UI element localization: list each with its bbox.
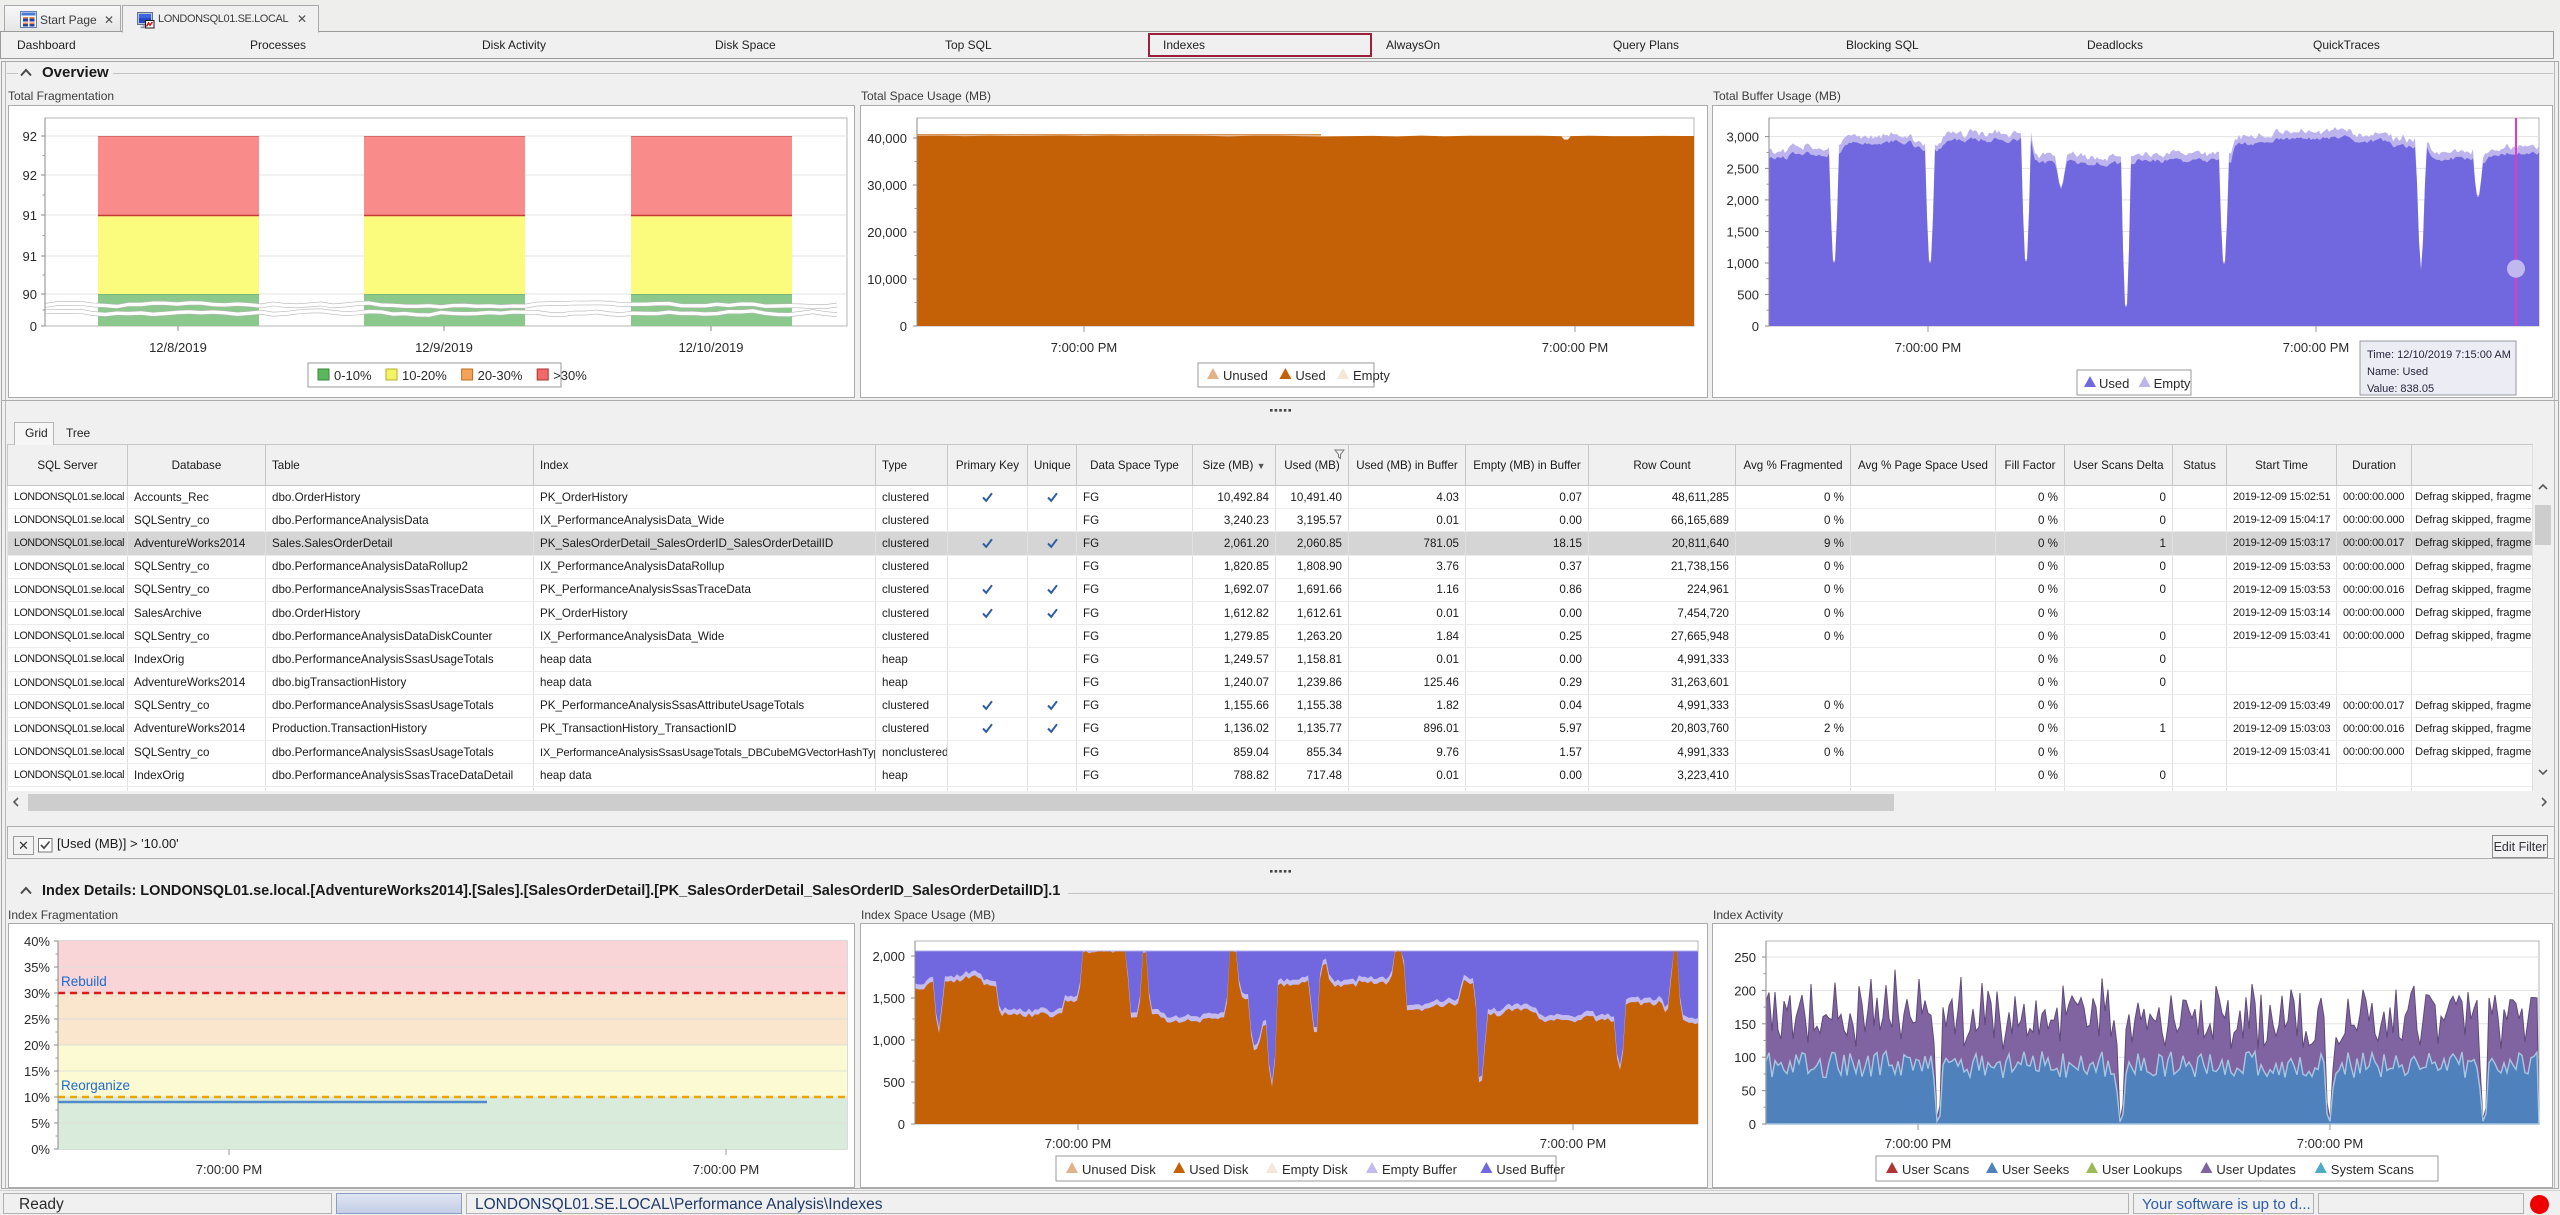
svg-text:1,500: 1,500 — [872, 991, 905, 1006]
svg-text:92: 92 — [23, 168, 37, 183]
svg-text:20,000: 20,000 — [867, 225, 907, 240]
svg-text:Unused Disk: Unused Disk — [1082, 1162, 1156, 1177]
svg-text:2,500: 2,500 — [1726, 161, 1759, 176]
svg-text:Used Buffer: Used Buffer — [1496, 1162, 1565, 1177]
svg-text:20%: 20% — [24, 1038, 50, 1053]
svg-text:2,000: 2,000 — [872, 949, 905, 964]
svg-text:7:00:00 PM: 7:00:00 PM — [693, 1162, 760, 1177]
svg-text:Unused: Unused — [1223, 368, 1268, 383]
svg-text:3,000: 3,000 — [1726, 130, 1759, 145]
svg-text:Empty: Empty — [2154, 376, 2191, 391]
svg-text:250: 250 — [1734, 950, 1756, 965]
svg-text:25%: 25% — [24, 1012, 50, 1027]
svg-text:>30%: >30% — [553, 368, 587, 383]
svg-text:7:00:00 PM: 7:00:00 PM — [1051, 340, 1118, 355]
svg-text:User Lookups: User Lookups — [2102, 1162, 2183, 1177]
svg-text:12/10/2019: 12/10/2019 — [678, 340, 743, 355]
svg-text:40%: 40% — [24, 934, 50, 949]
svg-text:Empty Buffer: Empty Buffer — [1382, 1162, 1458, 1177]
svg-text:92: 92 — [23, 129, 37, 144]
svg-text:30,000: 30,000 — [867, 178, 907, 193]
svg-text:91: 91 — [23, 208, 37, 223]
svg-text:500: 500 — [1737, 288, 1759, 303]
svg-text:7:00:00 PM: 7:00:00 PM — [1542, 340, 1609, 355]
svg-text:7:00:00 PM: 7:00:00 PM — [1895, 340, 1962, 355]
svg-text:40,000: 40,000 — [867, 131, 907, 146]
svg-text:150: 150 — [1734, 1017, 1756, 1032]
svg-text:7:00:00 PM: 7:00:00 PM — [2297, 1136, 2364, 1151]
svg-text:0: 0 — [30, 319, 37, 334]
svg-text:500: 500 — [883, 1075, 905, 1090]
svg-text:91: 91 — [23, 249, 37, 264]
svg-text:7:00:00 PM: 7:00:00 PM — [196, 1162, 263, 1177]
svg-text:0: 0 — [898, 1117, 905, 1132]
svg-text:0: 0 — [900, 319, 907, 334]
svg-text:Empty Disk: Empty Disk — [1282, 1162, 1348, 1177]
svg-text:Used: Used — [2099, 376, 2129, 391]
svg-text:Used Disk: Used Disk — [1189, 1162, 1249, 1177]
svg-text:200: 200 — [1734, 983, 1756, 998]
svg-text:35%: 35% — [24, 960, 50, 975]
svg-text:10-20%: 10-20% — [402, 368, 447, 383]
svg-text:Value: 838.05: Value: 838.05 — [2367, 383, 2434, 395]
svg-text:Time: 12/10/2019 7:15:00 AM: Time: 12/10/2019 7:15:00 AM — [2367, 349, 2511, 361]
svg-text:Empty: Empty — [1353, 368, 1390, 383]
svg-text:0%: 0% — [31, 1142, 50, 1157]
svg-text:20-30%: 20-30% — [478, 368, 523, 383]
svg-text:50: 50 — [1742, 1084, 1756, 1099]
svg-text:Reorganize: Reorganize — [61, 1078, 130, 1093]
svg-text:1,000: 1,000 — [872, 1033, 905, 1048]
svg-text:User Updates: User Updates — [2216, 1162, 2296, 1177]
svg-text:7:00:00 PM: 7:00:00 PM — [1885, 1136, 1952, 1151]
svg-text:7:00:00 PM: 7:00:00 PM — [1540, 1136, 1607, 1151]
svg-text:0-10%: 0-10% — [334, 368, 372, 383]
svg-text:Rebuild: Rebuild — [61, 974, 107, 989]
svg-text:0: 0 — [1752, 319, 1759, 334]
svg-text:30%: 30% — [24, 986, 50, 1001]
svg-text:2,000: 2,000 — [1726, 193, 1759, 208]
svg-text:User Scans: User Scans — [1902, 1162, 1970, 1177]
svg-text:90: 90 — [23, 287, 37, 302]
svg-text:12/9/2019: 12/9/2019 — [415, 340, 473, 355]
svg-text:10,000: 10,000 — [867, 272, 907, 287]
svg-text:User Seeks: User Seeks — [2002, 1162, 2070, 1177]
svg-text:7:00:00 PM: 7:00:00 PM — [1045, 1136, 1112, 1151]
svg-text:100: 100 — [1734, 1050, 1756, 1065]
svg-text:1,500: 1,500 — [1726, 225, 1759, 240]
svg-text:10%: 10% — [24, 1090, 50, 1105]
svg-text:System Scans: System Scans — [2331, 1162, 2415, 1177]
svg-text:15%: 15% — [24, 1064, 50, 1079]
svg-text:1,000: 1,000 — [1726, 256, 1759, 271]
svg-text:7:00:00 PM: 7:00:00 PM — [2283, 340, 2350, 355]
svg-text:Name: Used: Name: Used — [2367, 366, 2428, 378]
svg-text:5%: 5% — [31, 1116, 50, 1131]
svg-text:Used: Used — [1295, 368, 1325, 383]
svg-text:0: 0 — [1749, 1117, 1756, 1132]
svg-text:12/8/2019: 12/8/2019 — [149, 340, 207, 355]
